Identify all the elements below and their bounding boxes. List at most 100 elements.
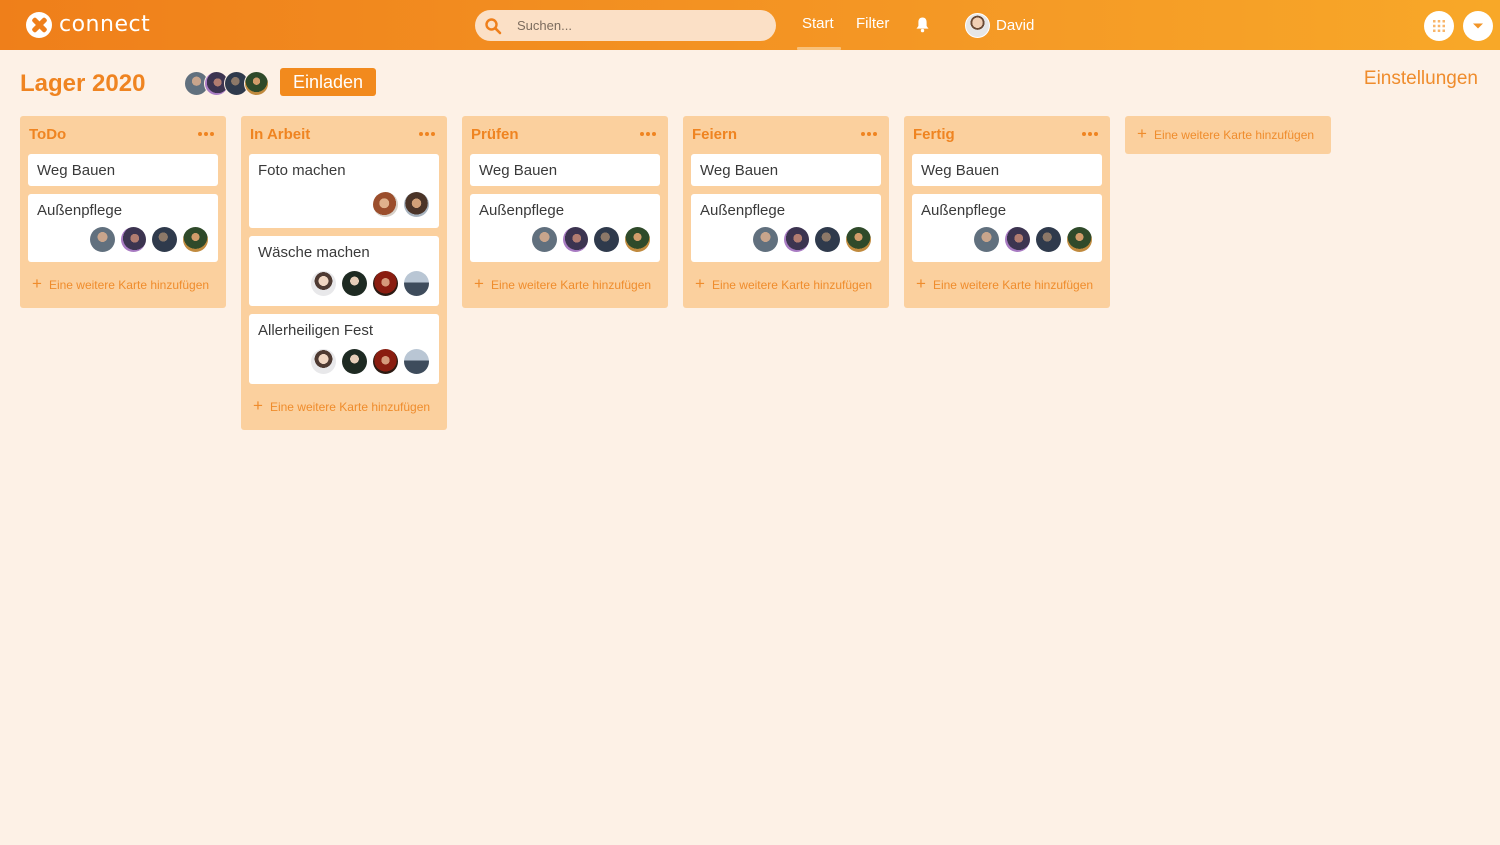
list-title: In Arbeit	[250, 126, 311, 143]
card[interactable]: Weg Bauen	[470, 154, 660, 186]
card-title: Wäsche machen	[258, 244, 370, 261]
card[interactable]: Außenpflege	[470, 194, 660, 262]
card[interactable]: Außenpflege	[691, 194, 881, 262]
member-avatar	[152, 227, 177, 252]
plus-icon: +	[32, 274, 42, 293]
member-avatar	[121, 227, 146, 252]
member-avatar	[594, 227, 619, 252]
member-avatar	[815, 227, 840, 252]
app-logo[interactable]: connect	[26, 12, 150, 38]
add-card-button[interactable]: + Eine weitere Karte hinzufügen	[904, 266, 1110, 304]
nav-start[interactable]: Start	[802, 15, 834, 32]
list-title: Prüfen	[471, 126, 519, 143]
plus-icon: +	[474, 274, 484, 293]
card-members	[747, 227, 871, 252]
card[interactable]: Weg Bauen	[28, 154, 218, 186]
member-avatar	[625, 227, 650, 252]
bell-icon[interactable]	[915, 16, 930, 33]
settings-link[interactable]: Einstellungen	[1364, 68, 1478, 90]
card[interactable]: Weg Bauen	[691, 154, 881, 186]
member-avatar	[1036, 227, 1061, 252]
add-card-label: Eine weitere Karte hinzufügen	[269, 400, 431, 414]
card[interactable]: Foto machen	[249, 154, 439, 228]
add-card-label: Eine weitere Karte hinzufügen	[711, 278, 873, 292]
member-avatar	[373, 192, 398, 217]
more-horizontal-icon[interactable]	[198, 132, 214, 137]
search-bar[interactable]	[475, 10, 776, 41]
more-horizontal-icon[interactable]	[861, 132, 877, 137]
add-list-button[interactable]: + Eine weitere Karte hinzufügen	[1125, 116, 1331, 154]
member-avatar	[753, 227, 778, 252]
nav-start-active-indicator	[797, 47, 841, 50]
add-card-button[interactable]: + Eine weitere Karte hinzufügen	[683, 266, 889, 304]
member-avatar	[373, 271, 398, 296]
card-members	[968, 227, 1092, 252]
more-horizontal-icon[interactable]	[1082, 132, 1098, 137]
plus-icon: +	[1137, 124, 1147, 143]
user-name: David	[996, 17, 1035, 34]
list-fertig: Fertig Weg Bauen Außenpflege + Eine weit…	[904, 116, 1110, 308]
member-avatar	[311, 349, 336, 374]
nav-filter[interactable]: Filter	[856, 15, 889, 32]
card-title: Weg Bauen	[37, 162, 116, 179]
card-title: Weg Bauen	[700, 162, 779, 179]
search-input[interactable]	[517, 18, 757, 33]
list-pruefen: Prüfen Weg Bauen Außenpflege + Eine weit…	[462, 116, 668, 308]
add-card-label: Eine weitere Karte hinzufügen	[932, 278, 1094, 292]
card-members	[367, 192, 429, 217]
card[interactable]: Allerheiligen Fest	[249, 314, 439, 384]
member-avatar	[846, 227, 871, 252]
card-members	[305, 349, 429, 374]
card-title: Außenpflege	[921, 202, 1007, 219]
add-card-button[interactable]: + Eine weitere Karte hinzufügen	[241, 388, 447, 426]
apps-button[interactable]	[1424, 11, 1454, 41]
member-avatar	[404, 192, 429, 217]
plus-icon: +	[253, 396, 263, 415]
card[interactable]: Weg Bauen	[912, 154, 1102, 186]
card-title: Außenpflege	[37, 202, 123, 219]
member-avatar	[183, 227, 208, 252]
member-avatar	[974, 227, 999, 252]
apps-grid-icon	[1433, 20, 1445, 32]
chevron-down-icon	[1473, 23, 1483, 29]
search-icon	[485, 17, 502, 34]
card-title: Allerheiligen Fest	[258, 322, 374, 339]
add-card-label: Eine weitere Karte hinzufügen	[490, 278, 652, 292]
more-horizontal-icon[interactable]	[640, 132, 656, 137]
member-avatar	[311, 271, 336, 296]
card[interactable]: Außenpflege	[912, 194, 1102, 262]
card-members	[526, 227, 650, 252]
card-members	[84, 227, 208, 252]
member-avatar	[404, 271, 429, 296]
card-title: Foto machen	[258, 162, 346, 179]
card[interactable]: Außenpflege	[28, 194, 218, 262]
list-title: ToDo	[29, 126, 67, 143]
card-members	[305, 271, 429, 296]
invite-button[interactable]: Einladen	[280, 68, 376, 96]
connect-logo-icon	[26, 12, 52, 38]
list-todo: ToDo Weg Bauen Außenpflege + Eine weiter…	[20, 116, 226, 308]
member-avatar	[1005, 227, 1030, 252]
card-title: Weg Bauen	[479, 162, 558, 179]
member-avatar	[404, 349, 429, 374]
add-card-button[interactable]: + Eine weitere Karte hinzufügen	[462, 266, 668, 304]
board-members[interactable]	[184, 71, 270, 96]
list-in-arbeit: In Arbeit Foto machen Wäsche machen Alle…	[241, 116, 447, 430]
app-name: connect	[59, 11, 151, 37]
member-avatar	[90, 227, 115, 252]
user-menu[interactable]: David	[965, 13, 1034, 38]
account-dropdown-button[interactable]	[1463, 11, 1493, 41]
list-title: Feiern	[692, 126, 738, 143]
card-title: Außenpflege	[479, 202, 565, 219]
add-list-label: Eine weitere Karte hinzufügen	[1153, 128, 1315, 142]
top-bar: connect Start Filter David	[0, 0, 1500, 50]
more-horizontal-icon[interactable]	[419, 132, 435, 137]
card-title: Weg Bauen	[921, 162, 1000, 179]
user-avatar	[965, 13, 990, 38]
member-avatar	[532, 227, 557, 252]
member-avatar	[373, 349, 398, 374]
card[interactable]: Wäsche machen	[249, 236, 439, 306]
add-card-button[interactable]: + Eine weitere Karte hinzufügen	[20, 266, 226, 304]
member-avatar	[784, 227, 809, 252]
plus-icon: +	[695, 274, 705, 293]
